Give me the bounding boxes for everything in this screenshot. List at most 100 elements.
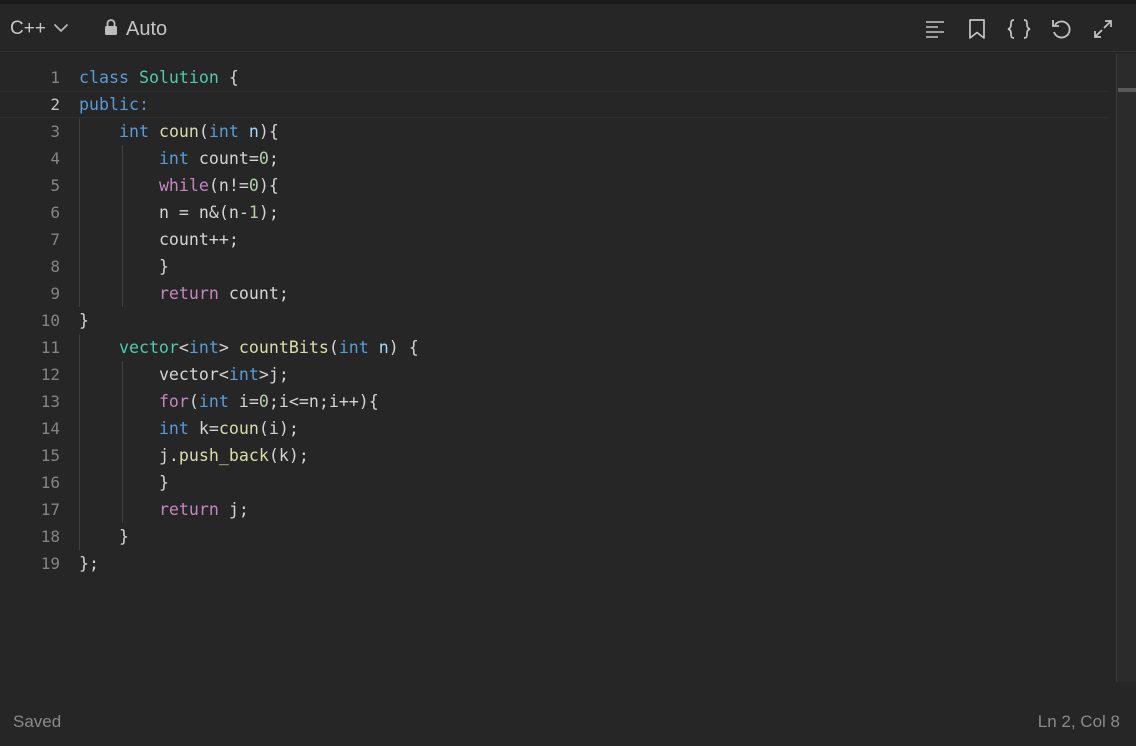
code-token: 1	[248, 203, 259, 222]
line-number: 3	[50, 122, 60, 141]
line-number: 4	[50, 149, 60, 168]
code-token: (	[198, 122, 209, 141]
code-token: <	[178, 338, 189, 357]
code-token: 0	[258, 149, 269, 168]
code-token: int	[198, 392, 229, 411]
bookmark-button[interactable]	[956, 14, 998, 44]
cursor-position[interactable]: Ln 2, Col 8	[1038, 712, 1120, 732]
code-token: (k);	[268, 446, 309, 465]
code-token: count;	[218, 284, 289, 303]
fullscreen-button[interactable]	[1082, 14, 1124, 44]
reset-button[interactable]	[1040, 14, 1082, 44]
line-number: 15	[40, 446, 60, 465]
code-line[interactable]: class Solution {	[79, 64, 1109, 91]
code-token: vector	[118, 338, 179, 357]
code-line[interactable]: }	[79, 253, 1109, 280]
chevron-down-icon	[53, 20, 69, 38]
code-line[interactable]: j.push_back(k);	[79, 442, 1109, 469]
status-bar: Saved Ln 2, Col 8	[0, 700, 1136, 746]
code-token: int	[338, 338, 369, 357]
code-token: int	[158, 149, 189, 168]
code-token: count++;	[158, 230, 239, 249]
scrollbar-thumb[interactable]	[1118, 88, 1136, 92]
code-token: }	[158, 257, 169, 276]
code-token: countBits	[238, 338, 329, 357]
code-line[interactable]: }	[79, 523, 1109, 550]
braces-icon	[1006, 18, 1032, 40]
line-number: 17	[40, 500, 60, 519]
vertical-scrollbar[interactable]	[1116, 54, 1136, 682]
code-line[interactable]: int coun(int n){	[79, 118, 1109, 145]
bookmark-icon	[968, 18, 986, 40]
format-button[interactable]	[914, 14, 956, 44]
code-token: int	[118, 122, 149, 141]
code-token: public:	[79, 95, 149, 114]
code-token: i=	[228, 392, 259, 411]
code-token: coun	[158, 122, 199, 141]
line-number: 11	[40, 338, 60, 357]
code-token: (n!=	[208, 176, 249, 195]
code-line[interactable]: vector<int> countBits(int n) {	[79, 334, 1109, 361]
code-token: vector<	[158, 365, 229, 384]
code-token: class	[79, 68, 129, 87]
line-number: 6	[50, 203, 60, 222]
code-line[interactable]: }	[79, 307, 1109, 334]
code-token: for	[158, 392, 189, 411]
code-token: {	[218, 68, 239, 87]
code-token: }	[79, 311, 89, 330]
code-token: int	[158, 419, 189, 438]
code-line[interactable]: while(n!=0){	[79, 172, 1109, 199]
code-line[interactable]: return count;	[79, 280, 1109, 307]
braces-button[interactable]	[998, 14, 1040, 44]
code-token: count=	[188, 149, 259, 168]
line-number: 14	[40, 419, 60, 438]
line-number: 9	[50, 284, 60, 303]
line-number: 5	[50, 176, 60, 195]
save-status: Saved	[13, 712, 62, 731]
code-line[interactable]: for(int i=0;i<=n;i++){	[79, 388, 1109, 415]
code-token: (	[188, 392, 199, 411]
line-number: 12	[40, 365, 60, 384]
lock-icon	[104, 18, 118, 41]
code-token: >	[218, 338, 239, 357]
code-line[interactable]: int k=coun(i);	[79, 415, 1109, 442]
code-line[interactable]: vector<int>j;	[79, 361, 1109, 388]
code-token: };	[79, 554, 99, 573]
code-token: >j;	[258, 365, 289, 384]
language-select[interactable]: C++	[10, 16, 69, 42]
code-token: 0	[258, 392, 269, 411]
mode-select[interactable]: Auto	[104, 16, 167, 42]
line-number: 19	[40, 554, 60, 573]
line-number: 1	[50, 68, 60, 87]
code-line[interactable]: n = n&(n-1);	[79, 199, 1109, 226]
code-line[interactable]: count++;	[79, 226, 1109, 253]
code-line[interactable]: };	[79, 550, 1109, 577]
mode-label: Auto	[126, 17, 168, 40]
code-token: ){	[258, 176, 279, 195]
code-line[interactable]: public:	[0, 91, 1109, 118]
line-number: 13	[40, 392, 60, 411]
code-line[interactable]: }	[79, 469, 1109, 496]
code-area[interactable]: class Solution {public: int coun(int n){…	[0, 64, 1109, 577]
code-token: push_back	[178, 446, 269, 465]
code-token: n	[248, 122, 259, 141]
code-token: int	[208, 122, 239, 141]
code-token: coun	[218, 419, 259, 438]
code-editor[interactable]: 1 2 3 4 5 6 7 8 9 10 11 12 13 14 15 16 17 18 19 class Solu…	[0, 52, 1136, 688]
code-line[interactable]: int count=0;	[79, 145, 1109, 172]
code-line[interactable]: return j;	[79, 496, 1109, 523]
code-token: ){	[258, 122, 279, 141]
code-token: return	[158, 284, 219, 303]
code-token: (	[328, 338, 339, 357]
